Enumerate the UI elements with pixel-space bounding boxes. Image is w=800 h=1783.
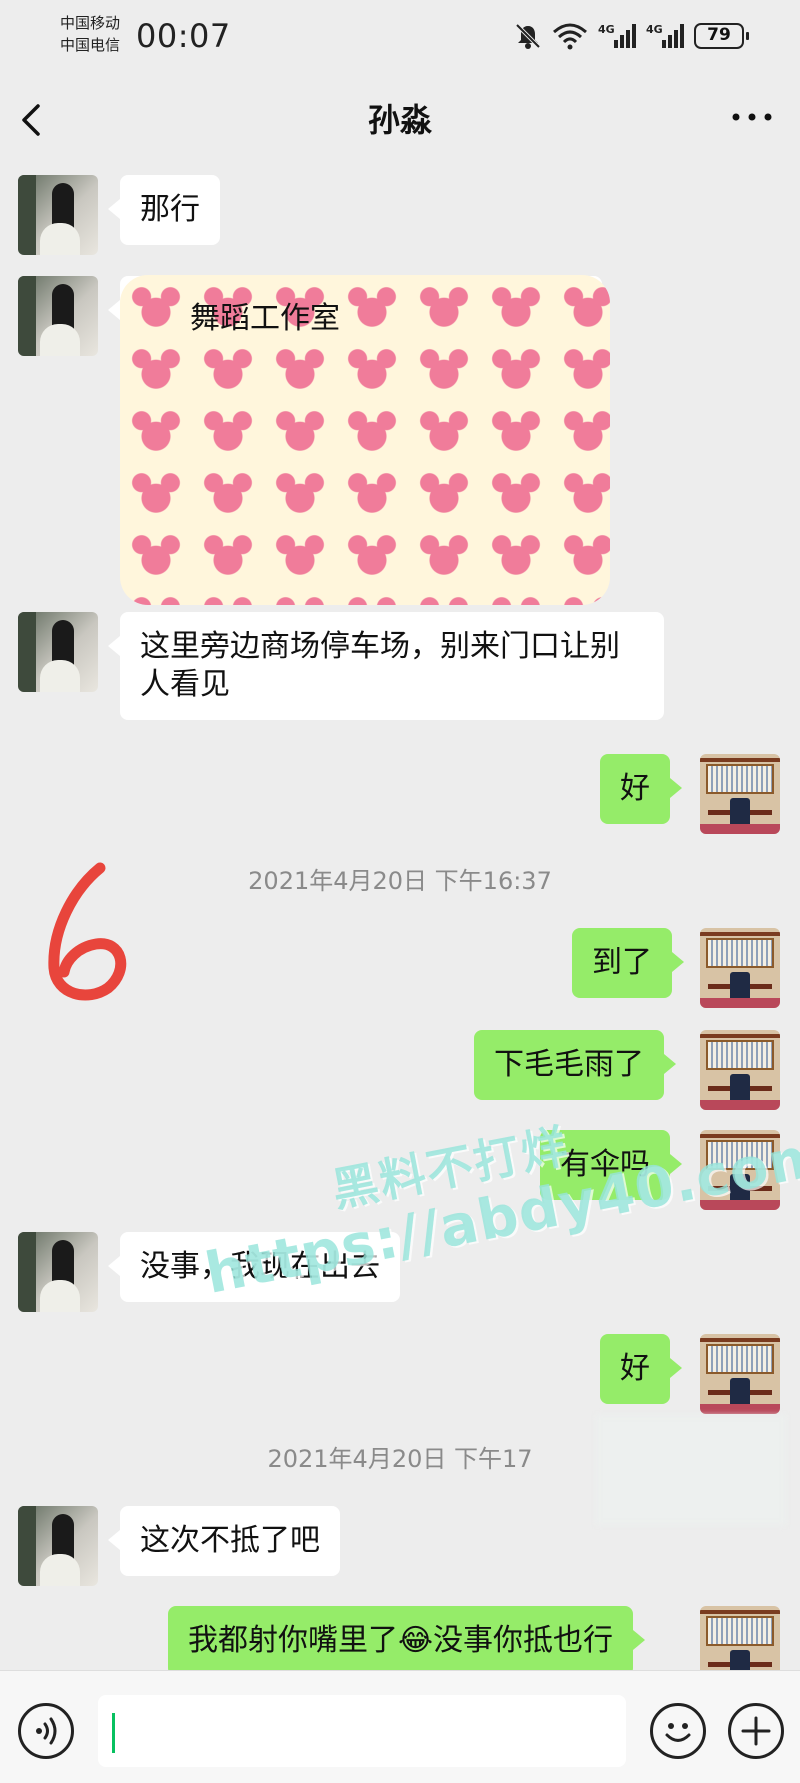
message-bubble[interactable]: 好	[600, 754, 682, 824]
input-bar	[0, 1670, 800, 1783]
message-text: 我都射你嘴里了	[188, 1623, 398, 1658]
timestamp: 2021年4月20日 下午17	[267, 1445, 533, 1473]
avatar[interactable]	[18, 612, 98, 692]
avatar[interactable]	[18, 1232, 98, 1312]
avatar[interactable]	[18, 175, 98, 255]
message-text: 没事你抵也行	[433, 1623, 614, 1658]
message-bubble[interactable]: 好	[600, 1334, 682, 1404]
message-bubble[interactable]: 下毛毛雨了	[474, 1030, 676, 1100]
avatar[interactable]	[700, 928, 780, 1008]
voice-icon[interactable]	[18, 1703, 74, 1759]
message-bubble[interactable]: 这次不抵了吧	[108, 1506, 340, 1576]
chat-messages: 那行 舞蹈工作室 这里旁边商场停车场，别来门口让别人看见 好 2021年4月20…	[0, 0, 800, 1686]
avatar[interactable]	[18, 1506, 98, 1586]
laughing-emoji-icon: 😂	[398, 1623, 434, 1658]
avatar[interactable]	[700, 1334, 780, 1414]
message-input[interactable]	[98, 1695, 626, 1767]
message-bubble[interactable]: 我都射你嘴里了😂没事你抵也行	[168, 1606, 646, 1676]
voice-waves-icon	[36, 1717, 57, 1745]
text-cursor	[112, 1713, 115, 1753]
plus-icon[interactable]	[728, 1703, 784, 1759]
annotation-number-6	[48, 862, 127, 1001]
message-bubble[interactable]: 这里旁边商场停车场，别来门口让别人看见	[108, 612, 664, 720]
smiley-icon[interactable]	[650, 1703, 706, 1759]
link-card-title: 舞蹈工作室	[190, 301, 340, 336]
message-bubble[interactable]: 那行	[108, 175, 220, 245]
smiley-face-icon	[665, 1723, 691, 1742]
message-bubble[interactable]: 到了	[572, 928, 684, 998]
plus-sign-icon	[741, 1716, 771, 1746]
avatar[interactable]	[18, 276, 98, 356]
avatar[interactable]	[700, 754, 780, 834]
